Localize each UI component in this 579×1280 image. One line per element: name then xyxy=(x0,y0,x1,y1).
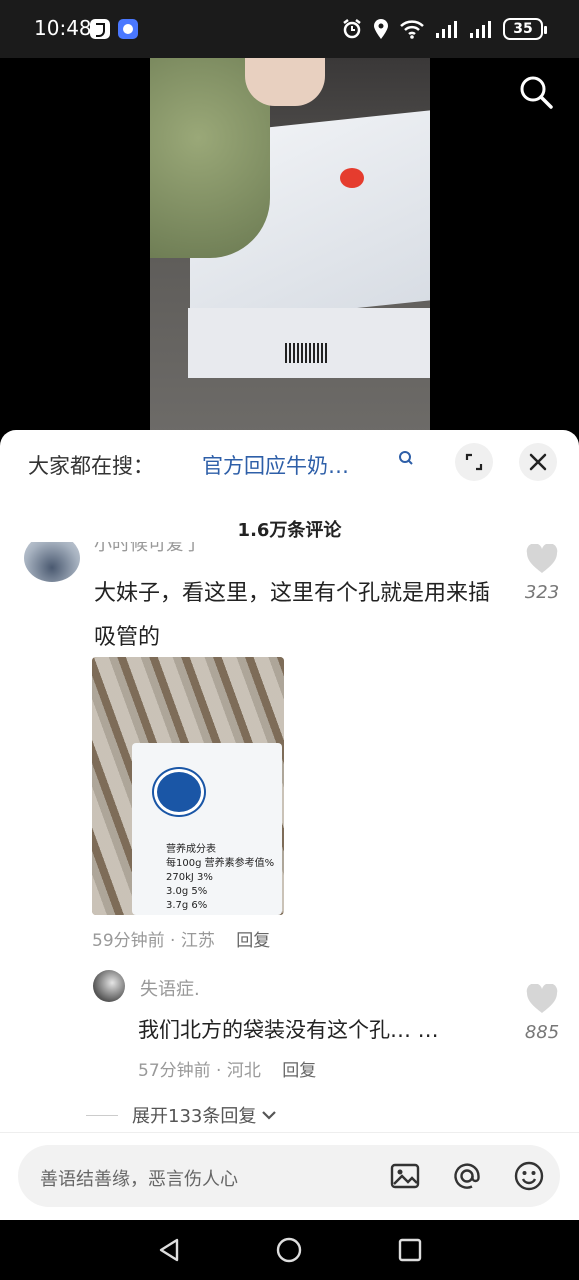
reply-meta: 57分钟前 · 河北 回复 xyxy=(138,1056,316,1081)
signal-icon-2 xyxy=(470,21,491,38)
back-icon[interactable] xyxy=(155,1236,183,1264)
avatar[interactable] xyxy=(24,542,80,582)
close-icon xyxy=(529,453,547,471)
comment-username[interactable]: 小时候可爱了 xyxy=(94,542,202,552)
wifi-icon xyxy=(400,20,424,39)
recent-apps-icon[interactable] xyxy=(396,1236,424,1264)
avatar[interactable] xyxy=(93,970,125,1002)
hand-graphic xyxy=(245,58,325,106)
search-icon[interactable] xyxy=(518,74,554,110)
nutrition-row: 3.7g 6% xyxy=(166,900,208,911)
expand-icon xyxy=(465,453,483,471)
search-icon[interactable] xyxy=(398,450,414,466)
chevron-down-icon xyxy=(262,1111,277,1120)
hot-search-bar[interactable]: 大家都在搜： 官方回应牛奶… xyxy=(0,430,579,496)
comment-count-title: 1.6万条评论 xyxy=(237,520,342,541)
comment-panel: 大家都在搜： 官方回应牛奶… 1.6万条评论 小时候可爱了 大妹子，看这里，这里… xyxy=(0,430,579,1220)
alarm-icon xyxy=(343,19,361,39)
brand-logo xyxy=(340,168,364,188)
status-time: 10:48 xyxy=(34,16,92,40)
input-placeholder: 善语结善缘，恶言伤人心 xyxy=(40,1169,238,1190)
reply-username[interactable]: 失语症. xyxy=(140,975,200,1001)
comment-meta: 59分钟前 · 江苏 回复 xyxy=(92,926,270,951)
expand-replies-button[interactable]: 展开133条回复 xyxy=(86,1102,278,1128)
reply-time-location: 57分钟前 · 河北 xyxy=(138,1061,261,1081)
comment-input-bar: 善语结善缘，恶言伤人心 xyxy=(0,1132,579,1220)
comment-image[interactable]: 营养成分表 每100g 营养素参考值% 270kJ 3% 3.0g 5% 3.7… xyxy=(92,657,284,915)
like-button[interactable]: 323 xyxy=(520,543,564,603)
nutrition-row: 每100g 营养素参考值% xyxy=(166,858,275,869)
divider xyxy=(86,1114,118,1116)
like-count: 323 xyxy=(524,582,560,603)
status-icons: 35 xyxy=(341,16,547,42)
nutrition-row: 3.0g 5% xyxy=(166,886,208,897)
nutrition-table: 营养成分表 每100g 营养素参考值% 270kJ 3% 3.0g 5% 3.7… xyxy=(166,843,274,913)
battery-indicator: 35 xyxy=(503,18,547,40)
like-button[interactable]: 885 xyxy=(520,983,564,1043)
nutrition-title: 营养成分表 xyxy=(166,844,216,855)
comment-input[interactable]: 善语结善缘，恶言伤人心 xyxy=(18,1145,560,1207)
hot-search-label: 大家都在搜： xyxy=(28,454,154,478)
comment-text[interactable]: 大妹子，看这里，这里有个孔就是用来插吸管的 xyxy=(94,572,504,660)
reply-button[interactable]: 回复 xyxy=(282,1061,316,1081)
barcode-graphic xyxy=(285,343,327,363)
heart-icon xyxy=(526,983,558,1013)
hot-search-term[interactable]: 官方回应牛奶… xyxy=(202,450,349,480)
status-bar: 10:48 35 xyxy=(0,0,579,58)
comment-time-location: 59分钟前 · 江苏 xyxy=(92,931,215,951)
milk-pouch-image: 营养成分表 每100g 营养素参考值% 270kJ 3% 3.0g 5% 3.7… xyxy=(132,743,282,915)
expand-button[interactable] xyxy=(455,443,493,481)
reply-button[interactable]: 回复 xyxy=(236,931,270,951)
system-nav-bar xyxy=(0,1220,579,1280)
close-button[interactable] xyxy=(519,443,557,481)
image-icon[interactable] xyxy=(388,1159,422,1193)
emoji-icon[interactable] xyxy=(512,1159,546,1193)
expand-replies-label: 展开133条回复 xyxy=(132,1106,257,1127)
video-player[interactable] xyxy=(0,58,579,438)
location-icon xyxy=(374,19,388,39)
heart-icon xyxy=(526,543,558,573)
nutrition-row: 270kJ 3% xyxy=(166,872,213,883)
tetra-pak-logo xyxy=(154,769,204,815)
home-icon[interactable] xyxy=(275,1236,303,1264)
reply-text[interactable]: 我们北方的袋装没有这个孔… … xyxy=(138,1014,439,1044)
comment-list[interactable]: 小时候可爱了 大妹子，看这里，这里有个孔就是用来插吸管的 323 营养成分表 每… xyxy=(0,542,579,1132)
like-count: 885 xyxy=(524,1022,560,1043)
tiktok-notification-icon xyxy=(90,19,110,39)
app-notification-icon xyxy=(118,19,138,39)
mention-icon[interactable] xyxy=(450,1159,484,1193)
video-frame xyxy=(150,58,430,433)
signal-icon xyxy=(436,21,457,38)
